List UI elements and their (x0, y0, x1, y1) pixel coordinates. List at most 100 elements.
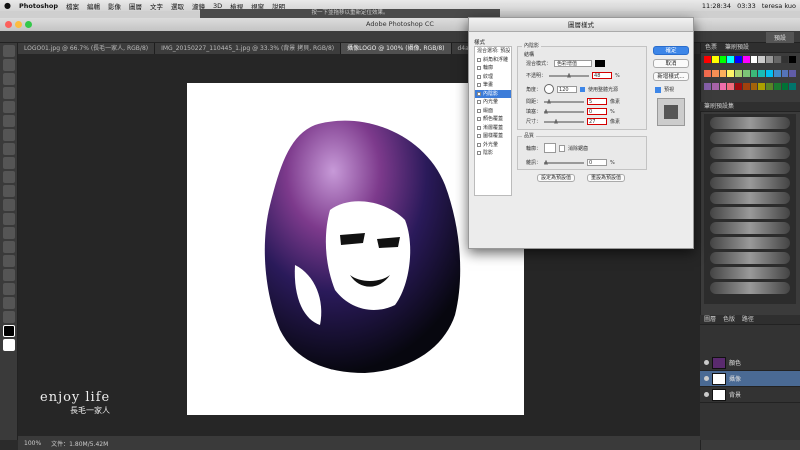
style-checkbox[interactable] (477, 100, 481, 105)
blur-tool-icon[interactable] (2, 213, 15, 225)
style-item[interactable]: 內陰影 (475, 89, 511, 98)
reset-default-button[interactable]: 重設為預設值 (587, 174, 626, 182)
stamp-tool-icon[interactable] (2, 157, 15, 169)
history-brush-icon[interactable] (2, 171, 15, 183)
style-checkbox[interactable] (477, 151, 481, 156)
style-checkbox[interactable] (477, 125, 481, 130)
swatches-grid[interactable] (704, 56, 796, 96)
style-item[interactable]: 紋理 (475, 73, 511, 82)
color-swatch[interactable] (704, 56, 711, 63)
user-name[interactable]: teresa kuo (762, 2, 796, 10)
color-swatch[interactable] (758, 56, 765, 63)
color-swatch[interactable] (719, 69, 727, 77)
hand-tool-icon[interactable] (2, 297, 15, 309)
style-checkbox[interactable] (477, 117, 481, 122)
path-select-tool-icon[interactable] (2, 269, 15, 281)
pen-tool-icon[interactable] (2, 241, 15, 253)
quick-select-tool-icon[interactable] (2, 87, 15, 99)
opacity-slider[interactable] (549, 72, 590, 78)
shadow-color-swatch[interactable] (595, 60, 606, 67)
brush-preset-list[interactable] (704, 114, 796, 304)
eye-icon[interactable] (704, 392, 709, 397)
ok-button[interactable]: 確定 (653, 46, 689, 55)
style-item[interactable]: 內光暈 (475, 98, 511, 107)
brush-stroke[interactable] (710, 147, 790, 159)
color-swatch[interactable] (758, 69, 765, 77)
color-swatch[interactable] (773, 69, 781, 77)
menu-layer[interactable]: 圖層 (129, 1, 142, 11)
color-swatch[interactable] (727, 83, 734, 91)
brush-tool-icon[interactable] (2, 143, 15, 155)
distance-input[interactable]: 5 (587, 98, 608, 105)
distance-slider[interactable] (544, 98, 585, 104)
choke-input[interactable]: 0 (587, 108, 608, 115)
brush-stroke[interactable] (710, 252, 790, 264)
size-input[interactable]: 27 (587, 118, 608, 125)
color-swatch[interactable] (742, 56, 750, 63)
shape-tool-icon[interactable] (2, 283, 15, 295)
color-swatch[interactable] (711, 83, 719, 91)
color-swatch[interactable] (766, 56, 773, 63)
blend-mode-select[interactable]: 色彩增值 (554, 60, 593, 67)
workspace-select[interactable]: 預設 (765, 32, 794, 43)
zoom-icon[interactable] (25, 21, 32, 28)
move-tool-icon[interactable] (2, 45, 15, 57)
noise-input[interactable]: 0 (587, 159, 608, 166)
menu-file[interactable]: 檔案 (66, 1, 79, 11)
layer-row[interactable]: 顏色 (700, 355, 800, 371)
style-item[interactable]: 外光暈 (475, 141, 511, 150)
background-color-swatch[interactable] (2, 339, 15, 351)
gradient-tool-icon[interactable] (2, 199, 15, 211)
slider-knob[interactable] (544, 159, 549, 165)
antialias-checkbox[interactable] (559, 144, 566, 152)
eyedropper-tool-icon[interactable] (2, 115, 15, 127)
doc-tab[interactable]: LOGO01.jpg @ 66.7% (長毛一家人, RGB/8) (18, 43, 156, 54)
brush-stroke[interactable] (710, 132, 790, 144)
new-style-button[interactable]: 新增樣式... (653, 72, 689, 81)
style-item[interactable]: 圖樣覆蓋 (475, 132, 511, 141)
brush-stroke[interactable] (710, 237, 790, 249)
color-swatch[interactable] (719, 56, 727, 63)
crop-tool-icon[interactable] (2, 101, 15, 113)
healing-tool-icon[interactable] (2, 129, 15, 141)
color-swatch[interactable] (735, 69, 742, 77)
color-swatch[interactable] (735, 56, 742, 63)
style-item[interactable]: 緞面 (475, 107, 511, 116)
color-swatch[interactable] (781, 83, 789, 91)
color-swatch[interactable] (750, 69, 758, 77)
menu-image[interactable]: 影像 (108, 1, 121, 11)
minimize-icon[interactable] (15, 21, 22, 28)
eye-icon[interactable] (704, 360, 709, 365)
color-swatch[interactable] (766, 69, 773, 77)
layer-row-selected[interactable]: 攝像 (700, 371, 800, 387)
make-default-button[interactable]: 設定為預設值 (537, 174, 576, 182)
color-swatch[interactable] (742, 69, 750, 77)
color-swatch[interactable] (750, 56, 758, 63)
style-checkbox[interactable] (477, 91, 481, 96)
layer-row[interactable]: 背景 (700, 387, 800, 403)
angle-input[interactable]: 120 (557, 85, 578, 93)
style-checkbox[interactable] (477, 57, 481, 62)
color-swatch[interactable] (711, 69, 719, 77)
slider-knob[interactable] (567, 72, 572, 78)
style-item[interactable]: 陰影 (475, 149, 511, 158)
style-item[interactable]: 顏色覆蓋 (475, 115, 511, 124)
style-item[interactable]: 筆畫 (475, 81, 511, 90)
style-item[interactable]: 混合選項: 預設 (475, 47, 511, 56)
type-tool-icon[interactable] (2, 255, 15, 267)
doc-tab-active[interactable]: 攝像LOGO @ 100% (攝像, RGB/8) (341, 43, 452, 54)
slider-knob[interactable] (554, 118, 559, 124)
color-swatch[interactable] (735, 83, 742, 91)
checkbox-checked-icon[interactable] (580, 86, 586, 92)
marquee-tool-icon[interactable] (2, 59, 15, 71)
brush-stroke[interactable] (710, 162, 790, 174)
style-checkbox[interactable] (477, 74, 481, 79)
brush-stroke[interactable] (710, 222, 790, 234)
color-swatch[interactable] (750, 83, 758, 91)
foreground-color-swatch[interactable] (2, 325, 15, 337)
color-swatch[interactable] (742, 83, 750, 91)
menu-type[interactable]: 文字 (150, 1, 163, 11)
brush-stroke[interactable] (710, 192, 790, 204)
menu-select[interactable]: 選取 (171, 1, 184, 11)
color-swatch[interactable] (773, 83, 781, 91)
